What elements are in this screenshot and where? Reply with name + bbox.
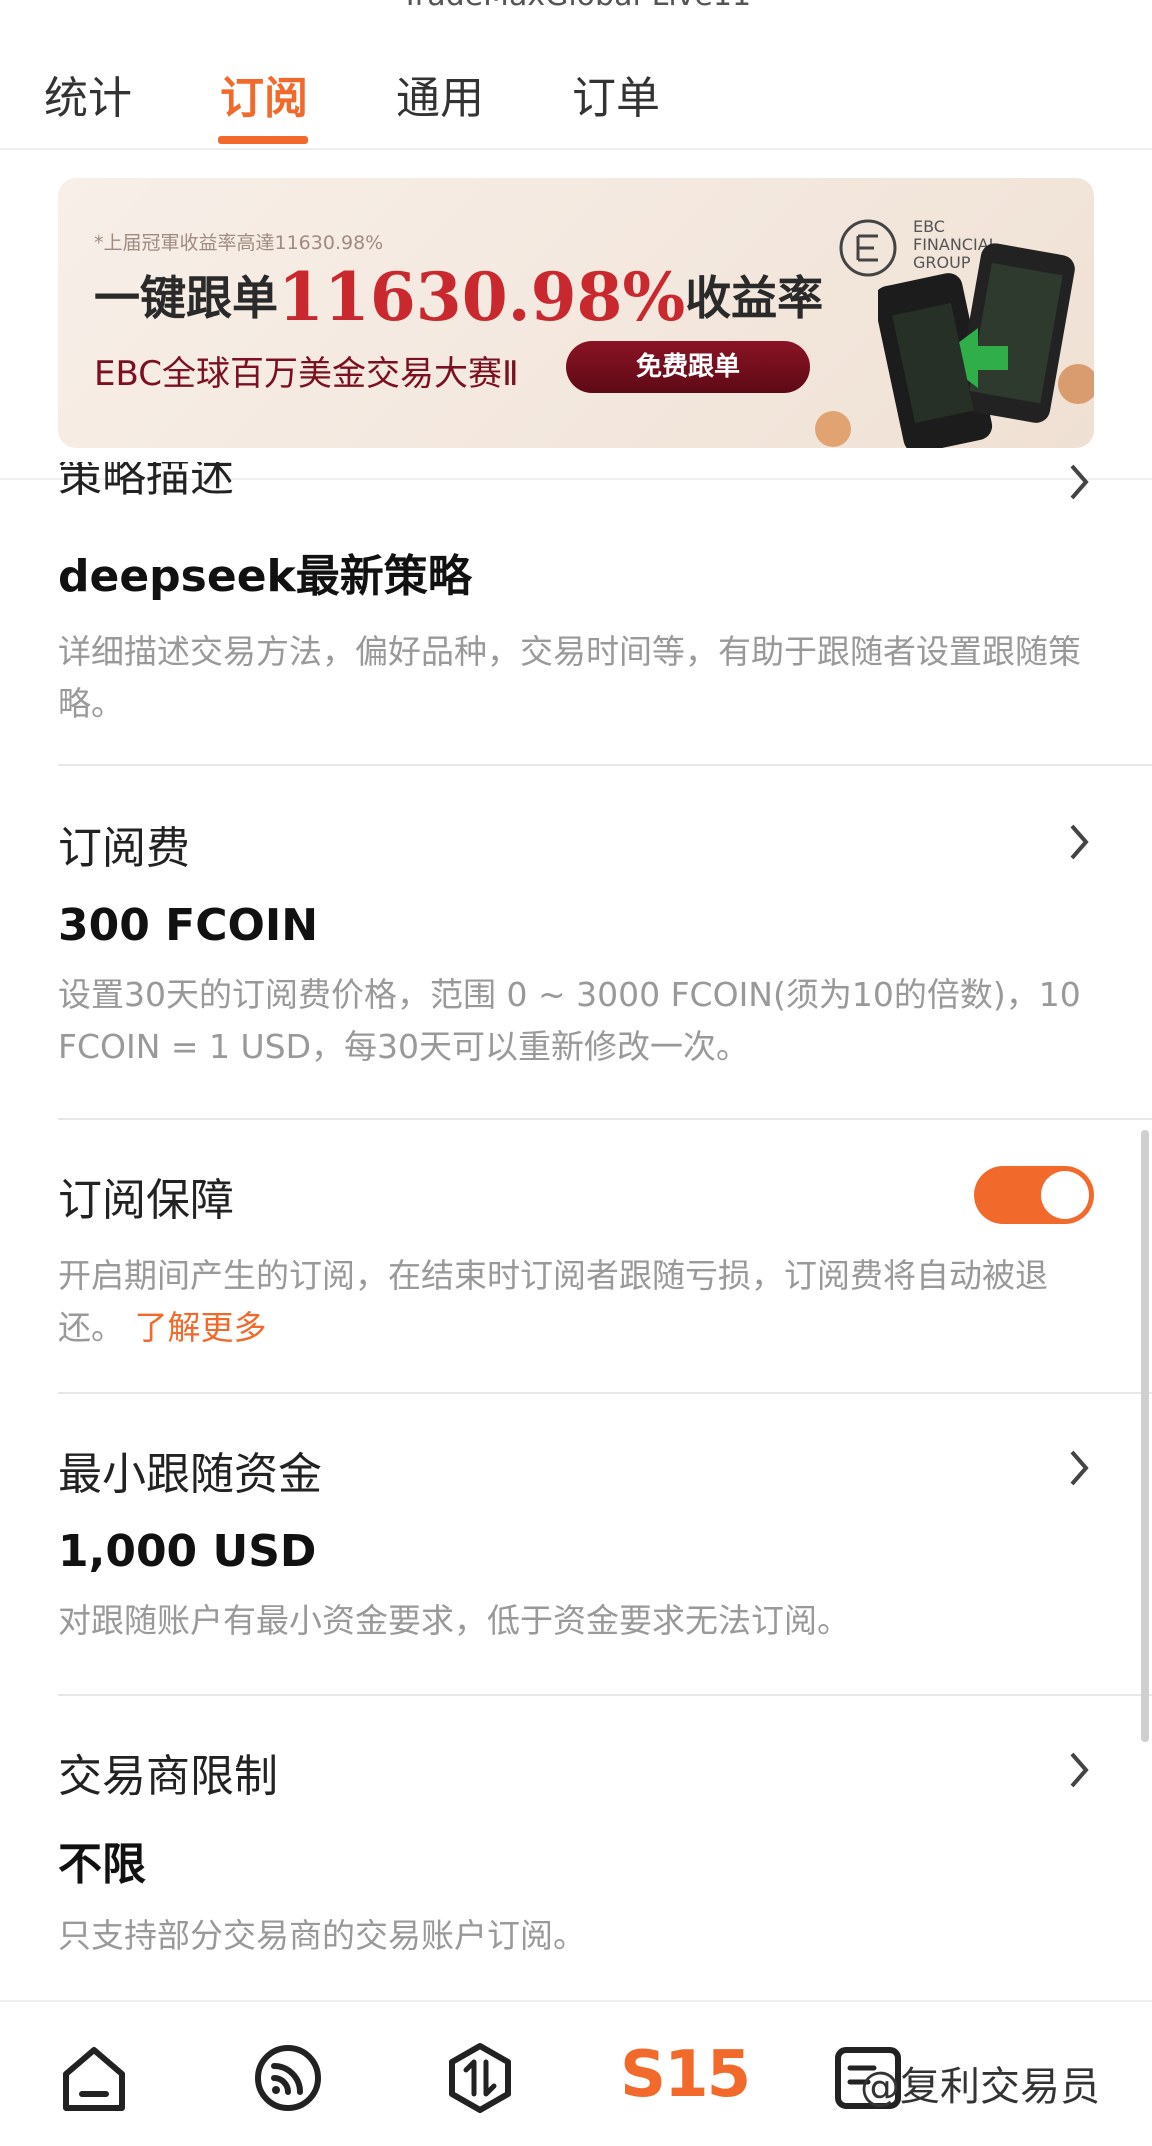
guarantee-desc-block: 开启期间产生的订阅，在结束时订阅者跟随亏损，订阅费将自动被退还。 了解更多 bbox=[58, 1250, 1094, 1354]
strategy-content: deepseek最新策略 详细描述交易方法，偏好品种，交易时间等，有助于跟随者设… bbox=[58, 540, 1094, 730]
phone-image bbox=[878, 243, 1075, 448]
tab-general[interactable]: 通用 bbox=[396, 62, 484, 126]
chevron-right-icon bbox=[1070, 824, 1089, 860]
toggle-knob bbox=[1041, 1171, 1089, 1219]
trade-icon[interactable] bbox=[444, 2042, 516, 2114]
banner-headline-suffix: 收益率 bbox=[685, 271, 824, 325]
broker-value: 不限 bbox=[58, 1839, 146, 1890]
chevron-right-icon bbox=[1070, 1752, 1089, 1788]
fee-title: 订阅费 bbox=[58, 823, 190, 874]
strategy-desc: 详细描述交易方法，偏好品种，交易时间等，有助于跟随者设置跟随策略。 bbox=[58, 632, 1081, 723]
fee-row[interactable]: 订阅费 300 FCOIN 设置30天的订阅费价格，范围 0 ~ 3000 FC… bbox=[58, 812, 1094, 1073]
logo-text-line1: EBC bbox=[913, 217, 945, 236]
chevron-right-icon bbox=[1070, 464, 1089, 500]
learn-more-link[interactable]: 了解更多 bbox=[135, 1308, 267, 1347]
guarantee-title: 订阅保障 bbox=[58, 1175, 234, 1226]
guarantee-toggle[interactable] bbox=[974, 1166, 1094, 1224]
banner-headline-prefix: 一键跟单 bbox=[94, 271, 278, 325]
banner-note: *上届冠軍收益率高達11630.98% bbox=[94, 232, 384, 254]
banner-headline-value: 11630.98% bbox=[278, 258, 686, 336]
divider bbox=[58, 1694, 1152, 1696]
guarantee-row: 订阅保障 开启期间产生的订阅，在结束时订阅者跟随亏损，订阅费将自动被退还。 了解… bbox=[58, 1164, 1094, 1354]
strategy-value: deepseek最新策略 bbox=[58, 551, 472, 602]
divider bbox=[58, 1118, 1152, 1120]
tab-orders[interactable]: 订单 bbox=[572, 62, 660, 126]
broker-row[interactable]: 交易商限制 不限 只支持部分交易商的交易账户订阅。 bbox=[58, 1740, 1094, 1962]
divider bbox=[58, 1392, 1152, 1394]
promo-banner[interactable]: *上届冠軍收益率高達11630.98% 一键跟单11630.98%收益率 EBC… bbox=[58, 178, 1094, 448]
banner-headline: 一键跟单11630.98%收益率 bbox=[94, 258, 823, 336]
strategy-title: 策略描述 bbox=[58, 462, 234, 502]
s15-logo[interactable]: S15 bbox=[620, 2038, 751, 2112]
scrollbar[interactable] bbox=[1141, 1130, 1149, 1742]
min-fund-row[interactable]: 最小跟随资金 1,000 USD 对跟随账户有最小资金要求，低于资金要求无法订阅… bbox=[58, 1438, 1094, 1647]
min-fund-value: 1,000 USD bbox=[58, 1526, 317, 1577]
fee-desc: 设置30天的订阅费价格，范围 0 ~ 3000 FCOIN(须为10的倍数)，1… bbox=[58, 975, 1081, 1066]
coin-icon bbox=[1058, 364, 1094, 404]
home-icon[interactable] bbox=[58, 2042, 130, 2114]
divider bbox=[58, 764, 1152, 766]
fee-value: 300 FCOIN bbox=[58, 900, 319, 951]
watermark: @复利交易员 bbox=[860, 2064, 1100, 2110]
account-title: TradeMaxGlobal-Live11 bbox=[0, 0, 1152, 13]
active-tab-indicator bbox=[218, 136, 308, 144]
feed-icon[interactable] bbox=[252, 2042, 324, 2114]
chevron-right-icon bbox=[1070, 1450, 1089, 1486]
banner-subtitle: EBC全球百万美金交易大赛Ⅱ bbox=[94, 354, 519, 394]
tab-subscription[interactable]: 订阅 bbox=[220, 62, 308, 126]
tab-statistics[interactable]: 统计 bbox=[44, 62, 132, 126]
broker-desc: 只支持部分交易商的交易账户订阅。 bbox=[58, 1916, 586, 1955]
strategy-row[interactable]: 策略描述 bbox=[58, 462, 1094, 502]
min-fund-title: 最小跟随资金 bbox=[58, 1449, 322, 1500]
tab-bar: 统计 订阅 通用 订单 bbox=[0, 48, 1152, 150]
coin-icon bbox=[815, 411, 851, 447]
min-fund-desc: 对跟随账户有最小资金要求，低于资金要求无法订阅。 bbox=[58, 1601, 850, 1640]
banner-follow-button[interactable]: 免费跟单 bbox=[566, 341, 810, 393]
bottom-nav: S15 @复利交易员 bbox=[0, 2000, 1152, 2146]
broker-title: 交易商限制 bbox=[58, 1751, 278, 1802]
